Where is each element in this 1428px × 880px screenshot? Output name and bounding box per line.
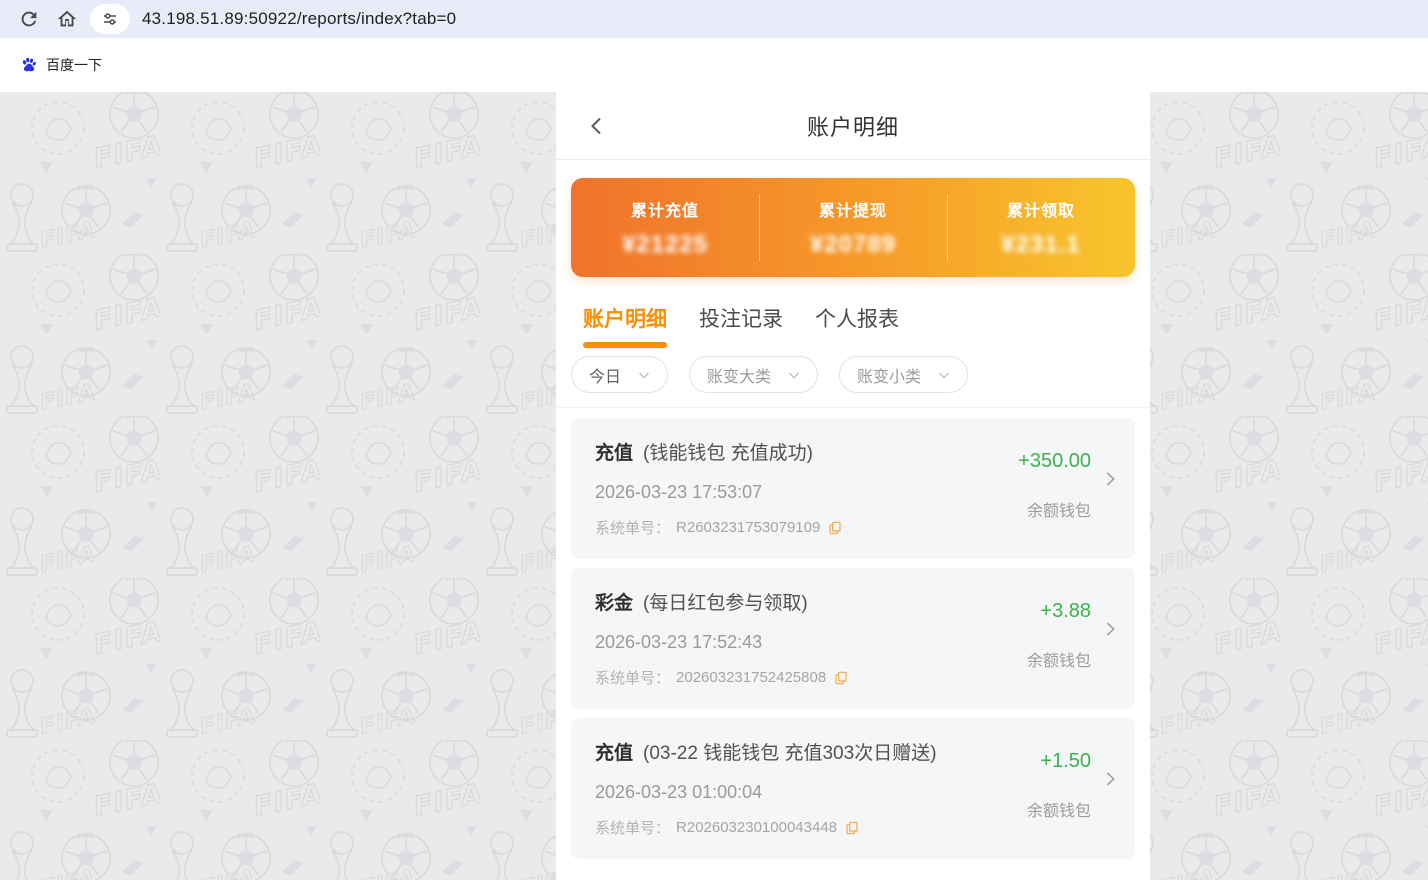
tx-wallet: 余额钱包 [1027,647,1091,671]
stat-label: 累计充值 [631,197,699,221]
tab-label: 投注记录 [699,303,783,333]
transaction-row[interactable]: 充值 (钱能钱包 充值成功) 2026-03-23 17:53:07 系统单号：… [571,418,1135,559]
transaction-row[interactable]: 彩金 (每日红包参与领取) 2026-03-23 17:52:43 系统单号： … [571,568,1135,709]
tx-order-label: 系统单号： [595,667,670,688]
tx-order-number: R202603230100043448 [676,819,837,836]
tx-description: (03-22 钱能钱包 充值303次日赠送) [643,738,937,765]
filter-date-dropdown[interactable]: 今日 [571,356,668,393]
transaction-list: 充值 (钱能钱包 充值成功) 2026-03-23 17:53:07 系统单号：… [556,418,1150,859]
site-info-chip[interactable] [90,4,130,34]
bookmark-baidu[interactable]: 百度一下 [12,49,110,81]
stats-card: 累计充值 ¥21225 累计提现 ¥20789 累计领取 ¥231.1 [571,178,1135,277]
tx-wallet: 余额钱包 [1027,497,1091,521]
tx-type: 充值 [595,438,633,465]
back-button[interactable] [582,111,612,141]
stat-label: 累计领取 [1007,197,1075,221]
tx-description: (每日红包参与领取) [643,588,808,615]
page-title: 账户明细 [807,110,899,142]
tx-type: 彩金 [595,588,633,615]
app-panel: 账户明细 累计充值 ¥21225 累计提现 ¥20789 累计领取 ¥231.1… [556,92,1150,880]
reload-button[interactable] [10,3,48,35]
tx-order-number: 202603231752425808 [676,669,826,686]
tab-bet-records[interactable]: 投注记录 [699,303,783,348]
tx-order-label: 系统单号： [595,817,670,838]
stat-label: 累计提现 [819,197,887,221]
bookmark-label: 百度一下 [46,55,102,75]
filter-major-category-dropdown[interactable]: 账变大类 [689,356,818,393]
address-bar-url[interactable]: 43.198.51.89:50922/reports/index?tab=0 [142,9,456,29]
tx-amount: +1.50 [1040,750,1091,773]
stat-value-blurred: ¥231.1 [1001,231,1080,259]
tx-description: (钱能钱包 充值成功) [643,438,813,465]
chevron-left-icon [585,114,609,138]
tx-datetime: 2026-03-23 17:53:07 [595,482,1015,503]
tab-personal-report[interactable]: 个人报表 [815,303,899,348]
tab-bar: 账户明细 投注记录 个人报表 [556,303,1150,348]
chevron-right-icon [1099,618,1121,640]
tune-icon [101,10,119,28]
tab-account-details[interactable]: 账户明细 [583,303,667,348]
chevron-down-icon [635,366,653,384]
page-content: FIFA FIFA 账户明细 [0,92,1428,880]
copy-icon [827,520,843,536]
tx-wallet: 余额钱包 [1027,797,1091,821]
bookmarks-bar: 百度一下 [0,38,1428,92]
reload-icon [18,8,40,30]
tx-datetime: 2026-03-23 17:52:43 [595,632,1015,653]
active-tab-underline [583,342,667,348]
home-icon [56,8,78,30]
copy-icon [844,820,860,836]
tx-order-number: R2603231753079109 [676,519,820,536]
home-button[interactable] [48,3,86,35]
filter-label: 账变大类 [707,363,771,387]
stat-value-blurred: ¥21225 [622,231,708,259]
app-header: 账户明细 [556,92,1150,160]
tx-type: 充值 [595,738,633,765]
tab-label: 账户明细 [583,303,667,333]
tab-label: 个人报表 [815,303,899,333]
tx-datetime: 2026-03-23 01:00:04 [595,782,1015,803]
filter-label: 今日 [589,363,621,387]
stat-total-deposit: 累计充值 ¥21225 [571,178,759,277]
copy-button[interactable] [832,669,850,687]
chevron-right-icon [1099,468,1121,490]
tx-amount: +3.88 [1040,600,1091,623]
transaction-row[interactable]: 充值 (03-22 钱能钱包 充值303次日赠送) 2026-03-23 01:… [571,718,1135,859]
stat-value-blurred: ¥20789 [810,231,896,259]
copy-button[interactable] [826,519,844,537]
baidu-paw-icon [20,56,38,74]
copy-button[interactable] [843,819,861,837]
stat-total-withdraw: 累计提现 ¥20789 [759,178,947,277]
browser-toolbar: 43.198.51.89:50922/reports/index?tab=0 [0,0,1428,38]
filter-bar: 今日 账变大类 账变小类 [556,356,1150,408]
chevron-down-icon [935,366,953,384]
filter-minor-category-dropdown[interactable]: 账变小类 [839,356,968,393]
chevron-down-icon [785,366,803,384]
filter-label: 账变小类 [857,363,921,387]
tx-order-label: 系统单号： [595,517,670,538]
copy-icon [833,670,849,686]
stat-total-claimed: 累计领取 ¥231.1 [947,178,1135,277]
chevron-right-icon [1099,768,1121,790]
tx-amount: +350.00 [1018,450,1091,473]
